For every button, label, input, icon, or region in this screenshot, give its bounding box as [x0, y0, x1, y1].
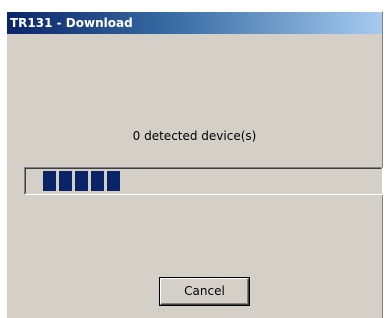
progress-chunk	[59, 171, 72, 191]
download-dialog: TR131 - Download 0 detected device(s) Ca…	[6, 11, 383, 318]
progress-chunks	[43, 171, 379, 191]
title-bar[interactable]: TR131 - Download	[7, 12, 382, 34]
progress-chunk	[43, 171, 56, 191]
detected-devices-status: 0 detected device(s)	[132, 129, 257, 143]
progress-bar-track	[25, 168, 382, 194]
progress-chunk	[107, 171, 120, 191]
progress-chunk	[75, 171, 88, 191]
window-title: TR131 - Download	[10, 16, 133, 30]
progress-chunk	[91, 171, 104, 191]
progress-bar	[24, 167, 383, 195]
cancel-button[interactable]: Cancel	[159, 277, 250, 306]
